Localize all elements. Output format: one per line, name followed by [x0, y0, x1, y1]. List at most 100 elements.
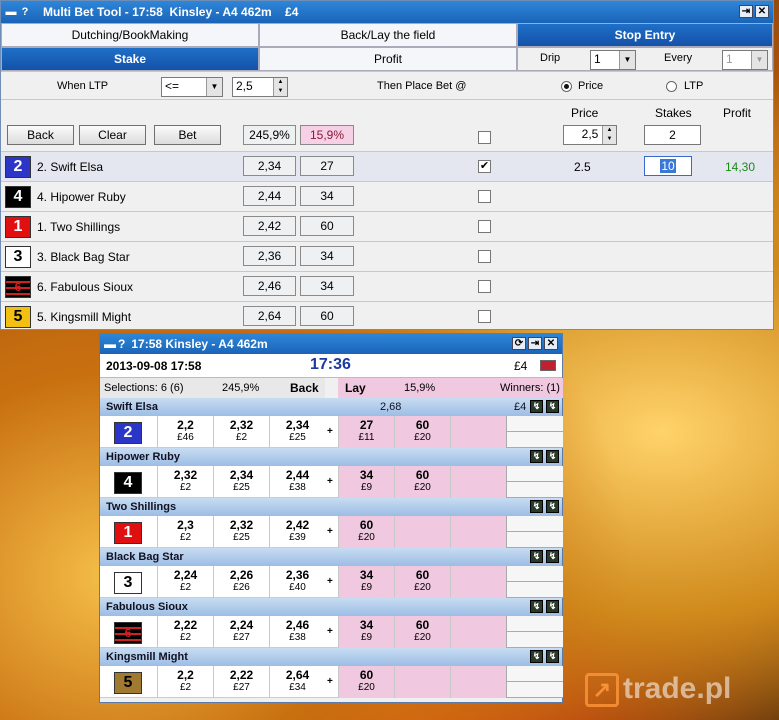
lay-price-cell[interactable]: 60 £20 — [338, 666, 394, 698]
runner-checkbox[interactable] — [478, 190, 491, 203]
plus-icon[interactable]: + — [327, 526, 333, 537]
chart-icon[interactable]: ↯ — [530, 450, 543, 463]
back-price-cell[interactable]: 2,2 £2 — [157, 666, 213, 698]
back-price-cell[interactable]: 2,24 £2 — [157, 566, 213, 598]
subtab-profit[interactable]: Profit — [259, 47, 517, 71]
lay-price-cell[interactable]: 60 £20 — [394, 416, 450, 448]
plus-icon[interactable]: + — [327, 676, 333, 687]
chart-icon[interactable]: ↯ — [546, 500, 559, 513]
restore-icon[interactable]: ⇥ — [739, 5, 753, 18]
lay-price-cell[interactable]: 34 £9 — [338, 466, 394, 498]
chart-icon[interactable]: ↯ — [546, 550, 559, 563]
back-header[interactable]: Back — [290, 381, 319, 395]
tab-dutching[interactable]: Dutching/BookMaking — [1, 23, 259, 47]
header-stake-input[interactable]: 2 — [644, 125, 701, 145]
chart-icon[interactable]: ↯ — [530, 650, 543, 663]
lay-price-cell[interactable] — [450, 516, 506, 548]
chart-icon[interactable]: ↯ — [530, 550, 543, 563]
chart-icon[interactable]: ↯ — [546, 600, 559, 613]
market-title-bar[interactable]: ▬ ? 17:58 Kinsley - A4 462m ⟳ ⇥ ✕ — [100, 334, 562, 354]
restore-icon[interactable]: ⇥ — [528, 337, 542, 350]
back-price-cell[interactable]: 2,36 £40 — [269, 566, 325, 598]
multi-bet-title-bar[interactable]: ▬ ? Multi Bet Tool - 17:58 Kinsley - A4 … — [1, 1, 773, 23]
close-icon[interactable]: ✕ — [544, 337, 558, 350]
ltp-radio[interactable] — [666, 81, 677, 92]
runner-checkbox[interactable] — [478, 280, 491, 293]
lay-header[interactable]: Lay — [345, 381, 366, 395]
ltp-stepper[interactable]: 2,5 ▲ ▼ — [232, 77, 288, 97]
minimize-icon[interactable]: ▬ — [104, 337, 116, 351]
back-price-cell[interactable]: 2,24 £27 — [213, 616, 269, 648]
chart-icon[interactable]: ↯ — [546, 400, 559, 413]
lay-price-cell[interactable] — [394, 516, 450, 548]
runner-row[interactable]: 3 3. Black Bag Star 2,36 34 — [1, 241, 773, 271]
back-price-cell[interactable]: 2,2 £46 — [157, 416, 213, 448]
back-price-cell[interactable]: 2,46 £38 — [269, 616, 325, 648]
back-price-cell[interactable]: 2,64 £34 — [269, 666, 325, 698]
back-price-cell[interactable]: 2,42 £39 — [269, 516, 325, 548]
plus-icon[interactable]: + — [327, 626, 333, 637]
tab-stop-entry[interactable]: Stop Entry — [517, 23, 773, 47]
runner-row[interactable]: 5 5. Kingsmill Might 2,64 60 — [1, 301, 773, 330]
lay-price-cell[interactable]: 34 £9 — [338, 616, 394, 648]
every-select[interactable]: 1 ▼ — [722, 50, 768, 70]
help-icon[interactable]: ? — [118, 337, 125, 351]
back-price-cell[interactable]: 2,34 £25 — [213, 466, 269, 498]
spin-arrows-icon[interactable]: ▲ ▼ — [602, 126, 616, 144]
lay-price-cell[interactable] — [450, 466, 506, 498]
runner-row[interactable]: 6 6. Fabulous Sioux 2,46 34 — [1, 271, 773, 301]
back-price-cell[interactable]: 2,32 £25 — [213, 516, 269, 548]
plus-icon[interactable]: + — [327, 576, 333, 587]
select-all-checkbox[interactable] — [478, 131, 491, 144]
back-price-cell[interactable]: 2,44 £38 — [269, 466, 325, 498]
refresh-icon[interactable]: ⟳ — [512, 337, 526, 350]
lay-price-cell[interactable] — [450, 416, 506, 448]
lay-price-cell[interactable]: 27 £11 — [338, 416, 394, 448]
clear-button[interactable]: Clear — [79, 125, 146, 145]
operator-select[interactable]: <= ▼ — [161, 77, 223, 97]
lay-price-cell[interactable] — [450, 616, 506, 648]
chart-icon[interactable]: ↯ — [530, 600, 543, 613]
runner-checkbox[interactable]: ✔ — [478, 160, 491, 173]
close-icon[interactable]: ✕ — [755, 5, 769, 18]
plus-icon[interactable]: + — [327, 476, 333, 487]
back-button[interactable]: Back — [7, 125, 74, 145]
back-price-cell[interactable]: 2,34 £25 — [269, 416, 325, 448]
spin-arrows-icon[interactable]: ▲ ▼ — [273, 78, 287, 96]
watermark: ↗ trade.pl — [585, 672, 731, 712]
lay-price-cell[interactable] — [450, 666, 506, 698]
runner-checkbox[interactable] — [478, 310, 491, 323]
lay-price-cell[interactable]: 60 £20 — [394, 566, 450, 598]
drip-select[interactable]: 1 ▼ — [590, 50, 636, 70]
bet-button[interactable]: Bet — [154, 125, 221, 145]
plus-icon[interactable]: + — [327, 426, 333, 437]
runner-checkbox[interactable] — [478, 220, 491, 233]
lay-price-cell[interactable]: 60 £20 — [338, 516, 394, 548]
back-price-cell[interactable]: 2,22 £2 — [157, 616, 213, 648]
help-icon[interactable]: ? — [19, 6, 31, 18]
lay-price-cell[interactable]: 60 £20 — [394, 466, 450, 498]
runner-stake-input[interactable]: 10 — [644, 156, 692, 176]
back-price-cell[interactable]: 2,26 £26 — [213, 566, 269, 598]
back-price-cell[interactable]: 2,3 £2 — [157, 516, 213, 548]
back-price-cell[interactable]: 2,22 £27 — [213, 666, 269, 698]
lay-price-cell[interactable] — [450, 566, 506, 598]
price-stepper[interactable]: 2,5 ▲ ▼ — [563, 125, 617, 145]
chart-icon[interactable]: ↯ — [546, 650, 559, 663]
lay-price-cell[interactable]: 34 £9 — [338, 566, 394, 598]
chart-icon[interactable]: ↯ — [530, 400, 543, 413]
back-price-cell[interactable]: 2,32 £2 — [213, 416, 269, 448]
chart-icon[interactable]: ↯ — [546, 450, 559, 463]
tab-back-lay-field[interactable]: Back/Lay the field — [259, 23, 517, 47]
runner-row[interactable]: 1 1. Two Shillings 2,42 60 — [1, 211, 773, 241]
runner-row[interactable]: 2 2. Swift Elsa 2,34 27 ✔ 2.5 10 14,30 — [1, 151, 773, 181]
runner-checkbox[interactable] — [478, 250, 491, 263]
chart-icon[interactable]: ↯ — [530, 500, 543, 513]
minimize-icon[interactable]: ▬ — [5, 6, 17, 18]
lay-price-cell[interactable]: 60 £20 — [394, 616, 450, 648]
price-radio[interactable] — [561, 81, 572, 92]
back-price-cell[interactable]: 2,32 £2 — [157, 466, 213, 498]
runner-row[interactable]: 4 4. Hipower Ruby 2,44 34 — [1, 181, 773, 211]
lay-price-cell[interactable] — [394, 666, 450, 698]
subtab-stake[interactable]: Stake — [1, 47, 259, 71]
